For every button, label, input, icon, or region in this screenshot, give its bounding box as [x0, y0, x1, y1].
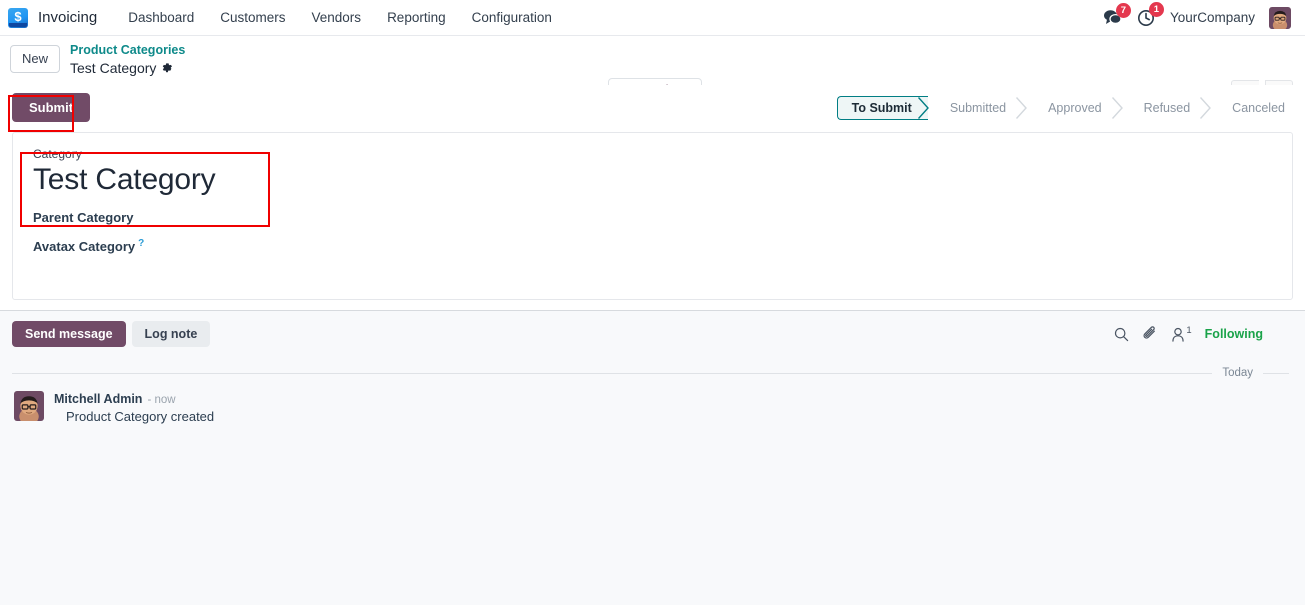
stage-approved-label: Approved	[1048, 100, 1102, 115]
follower-count: 1	[1186, 324, 1192, 336]
breadcrumb: Product Categories Test Category	[70, 42, 185, 77]
followers-button[interactable]: 1	[1171, 324, 1192, 342]
avatax-help-icon[interactable]: ?	[138, 238, 144, 249]
user-avatar[interactable]	[1269, 6, 1291, 29]
stage-submitted-label: Submitted	[949, 100, 1007, 115]
date-separator-line-right	[1263, 372, 1289, 374]
navbar-left-group: Invoicing Dashboard Customers Vendors Re…	[8, 4, 565, 31]
statusbar: To Submit Submitted Approved Refused Can…	[836, 95, 1293, 120]
form-view: Submit To Submit Submitted Approved Refu…	[0, 85, 1305, 312]
chatter: Send message Log note 1 Following Today …	[0, 311, 1305, 605]
nav-item-dashboard[interactable]: Dashboard	[115, 4, 207, 31]
message-item: Mitchell Admin - now Product Category cr…	[12, 391, 1293, 424]
chatter-tools: 1 Following	[1114, 324, 1293, 342]
user-follower-icon	[1172, 327, 1185, 342]
log-note-button[interactable]: Log note	[131, 321, 211, 348]
message-content: Product Category created	[66, 409, 215, 425]
breadcrumb-current-label: Test Category	[70, 59, 157, 76]
paperclip-icon[interactable]	[1142, 326, 1158, 342]
stage-submitted[interactable]: Submitted	[928, 96, 1028, 120]
stage-canceled[interactable]: Canceled	[1210, 96, 1293, 120]
date-separator-label: Today	[1222, 367, 1253, 380]
messages-button[interactable]: 7	[1103, 3, 1131, 26]
submit-button[interactable]: Submit	[12, 93, 91, 123]
message-author: Mitchell Admin	[54, 392, 143, 407]
form-sheet-wrapper: Category Test Category Parent Category A…	[0, 132, 1305, 301]
parent-category-field[interactable]: Parent Category	[33, 210, 1272, 225]
message-author-avatar	[14, 391, 44, 422]
nav-item-reporting[interactable]: Reporting	[374, 4, 459, 31]
message-header: Mitchell Admin - now	[54, 392, 214, 406]
gear-icon[interactable]	[161, 62, 173, 74]
messages-badge: 7	[1115, 3, 1131, 18]
navbar-right-group: 7 1 YourCompany	[1103, 2, 1295, 29]
breadcrumb-current: Test Category	[70, 60, 185, 78]
date-separator: Today	[12, 367, 1293, 379]
app-name[interactable]: Invoicing	[38, 9, 97, 26]
chatter-compose-buttons: Send message Log note	[12, 321, 211, 348]
nav-item-customers[interactable]: Customers	[207, 4, 298, 31]
stage-refused-label: Refused	[1143, 100, 1191, 115]
activity-button[interactable]: 1	[1137, 2, 1164, 27]
stage-approved[interactable]: Approved	[1026, 96, 1123, 120]
navbar-menu: Dashboard Customers Vendors Reporting Co…	[115, 4, 565, 31]
chatter-topbar: Send message Log note 1 Following	[12, 321, 1293, 353]
nav-item-vendors[interactable]: Vendors	[299, 4, 375, 31]
nav-item-configuration[interactable]: Configuration	[459, 4, 565, 31]
parent-category-label: Parent Category	[33, 209, 134, 225]
stage-refused[interactable]: Refused	[1122, 96, 1212, 120]
company-switcher[interactable]: YourCompany	[1170, 10, 1255, 25]
send-message-button[interactable]: Send message	[12, 321, 126, 348]
date-separator-line-left	[12, 372, 1213, 374]
form-status-row: Submit To Submit Submitted Approved Refu…	[0, 85, 1305, 133]
message-body: Mitchell Admin - now Product Category cr…	[54, 391, 214, 424]
category-name-input[interactable]: Test Category	[33, 162, 1272, 197]
form-sheet: Category Test Category Parent Category A…	[12, 132, 1293, 301]
message-timestamp: - now	[147, 394, 176, 407]
activity-badge: 1	[1148, 2, 1164, 17]
category-field-label: Category	[33, 147, 82, 162]
control-panel-left: New Product Categories Test Category	[10, 42, 185, 77]
top-navbar: Invoicing Dashboard Customers Vendors Re…	[0, 0, 1305, 36]
breadcrumb-parent-link[interactable]: Product Categories	[70, 43, 185, 59]
new-button[interactable]: New	[10, 45, 61, 73]
following-status[interactable]: Following	[1205, 327, 1263, 341]
avatax-category-label: Avatax Category	[33, 238, 136, 254]
stage-canceled-label: Canceled	[1232, 100, 1285, 115]
search-icon[interactable]	[1114, 327, 1129, 342]
invoicing-dollar-icon	[8, 7, 28, 28]
stage-to-submit-label: To Submit	[851, 100, 912, 115]
control-panel: New Product Categories Test Category	[0, 36, 1305, 117]
avatax-category-field[interactable]: Avatax Category ?	[33, 238, 1272, 254]
stage-to-submit[interactable]: To Submit	[836, 95, 929, 120]
